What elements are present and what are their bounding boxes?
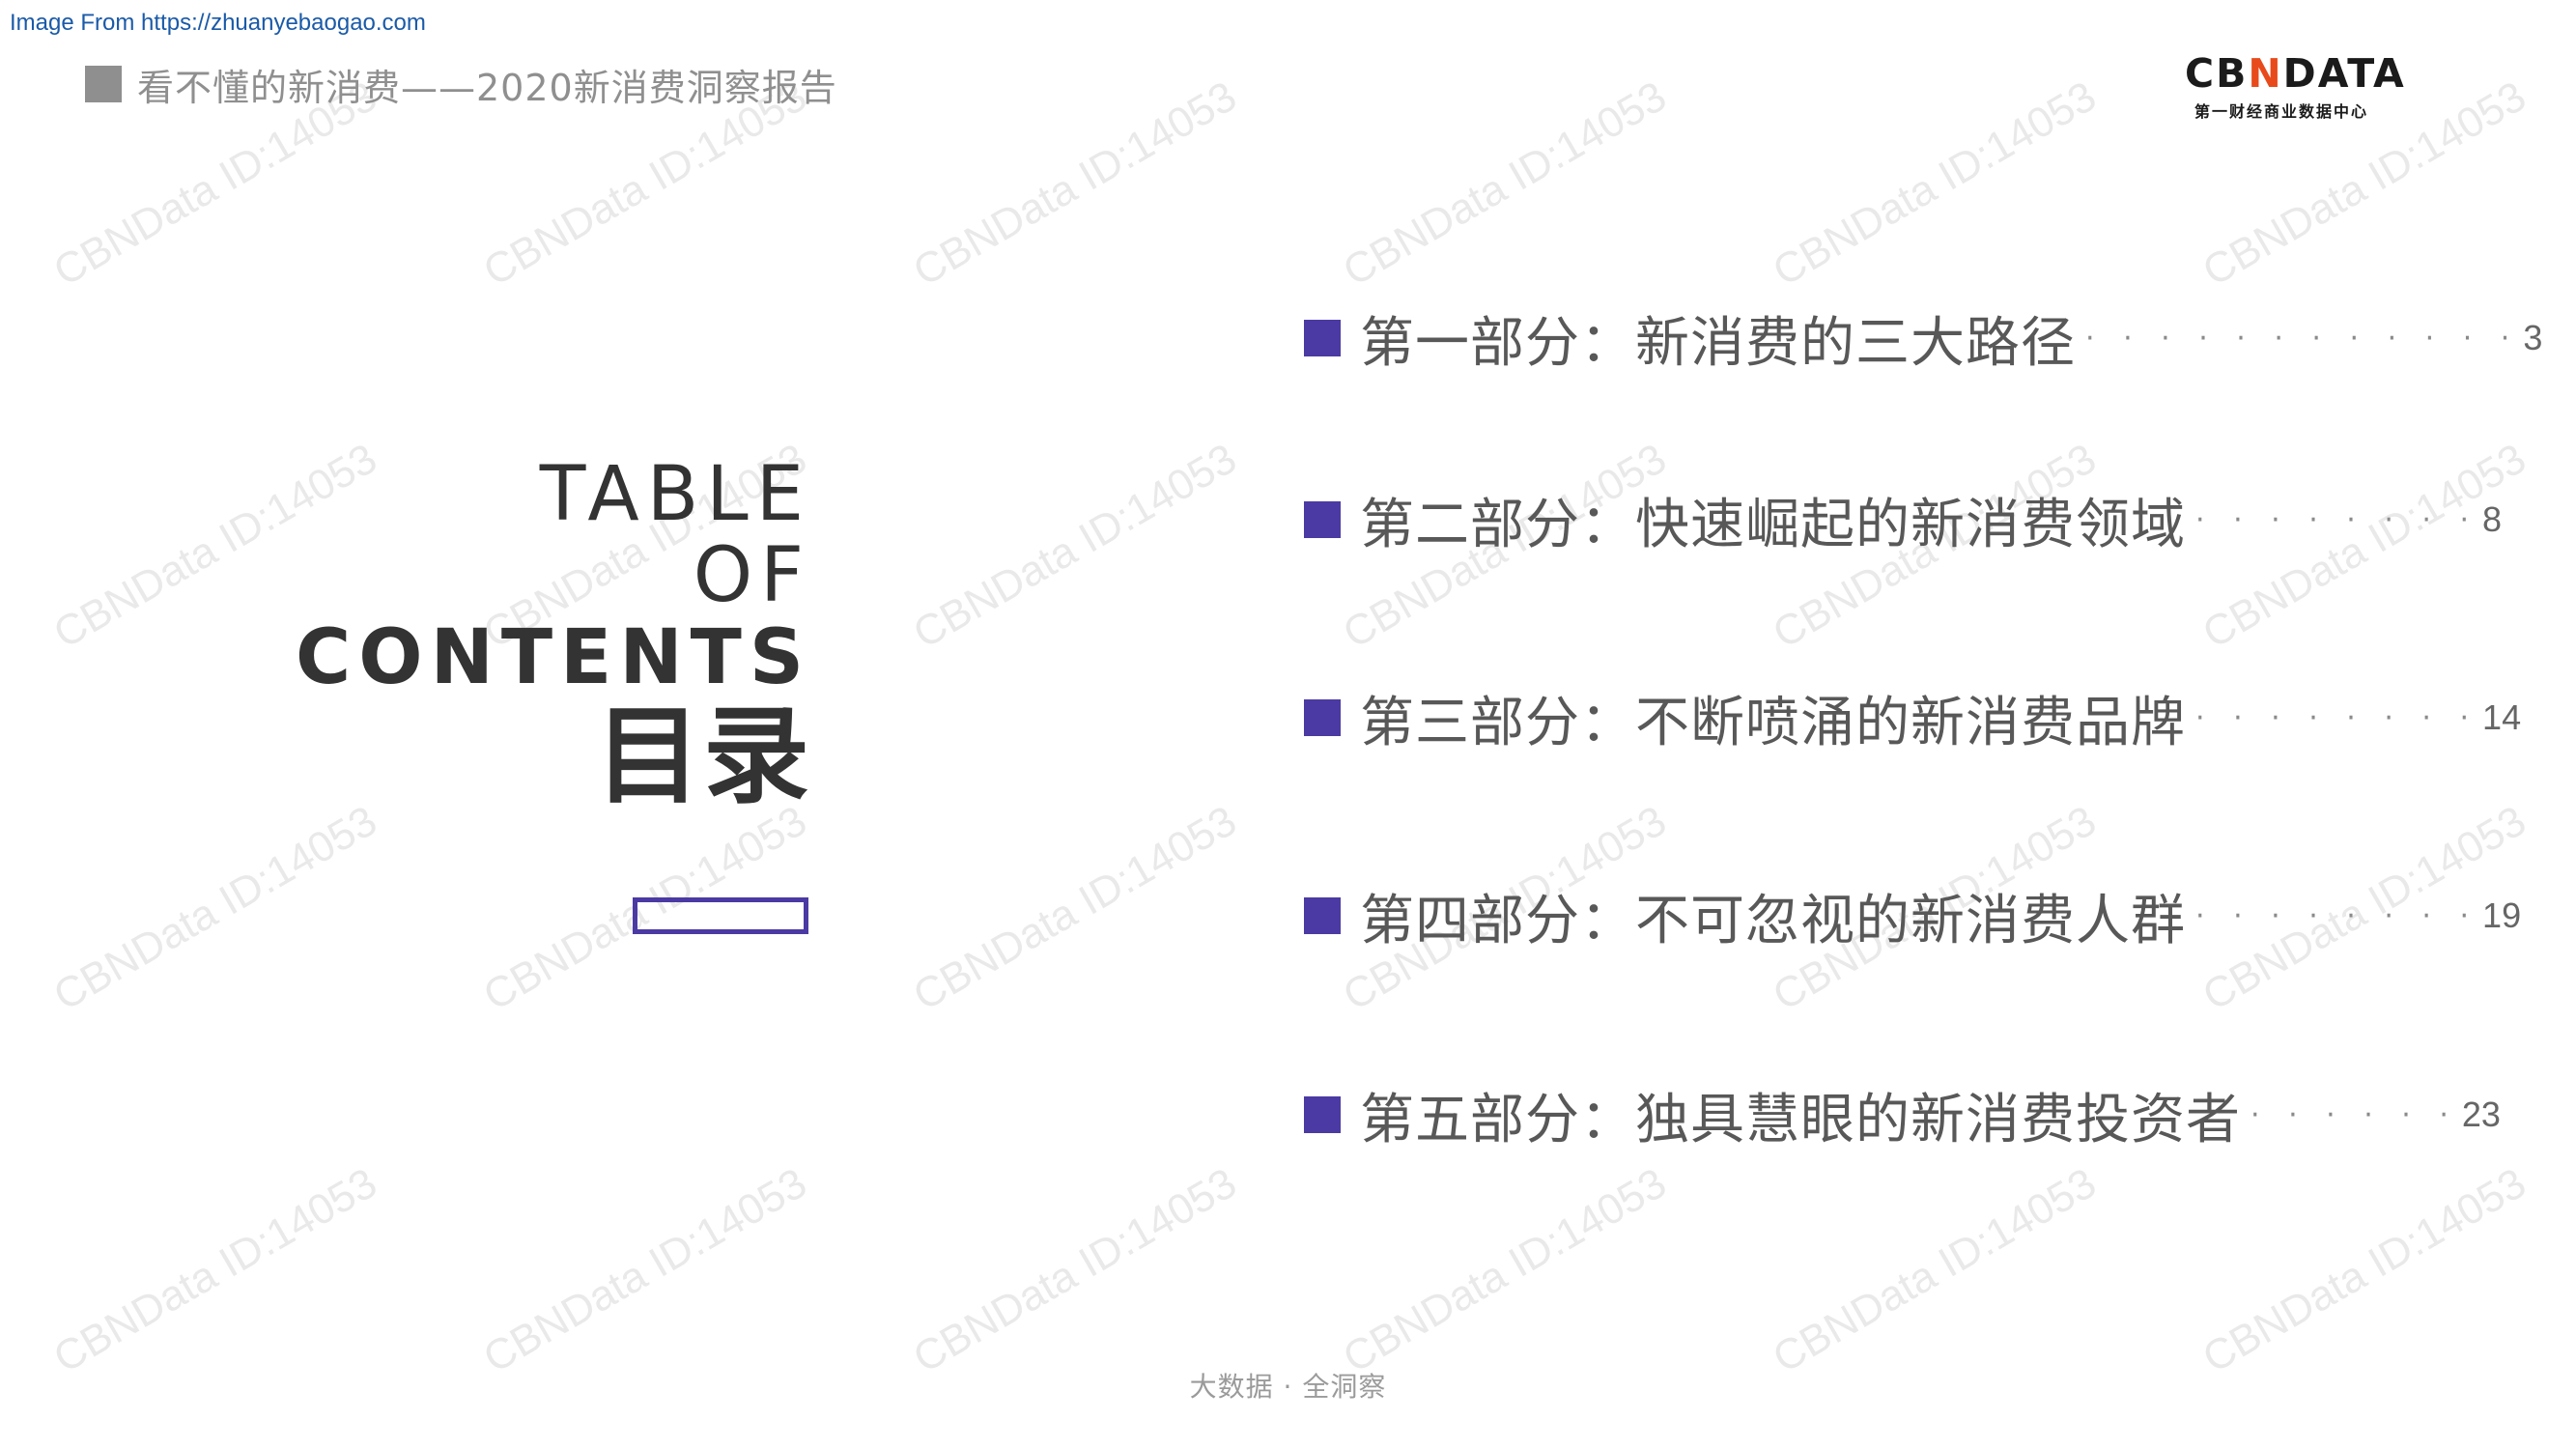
toc-item-leader: · · · · · · [2250, 1097, 2458, 1132]
watermark: CBNData ID:14053 [475, 1159, 815, 1382]
toc-item-page: 8 [2482, 499, 2503, 539]
toc-item-label: 第五部分：独具慧眼的新消费投资者 [1360, 1088, 2241, 1151]
source-link[interactable]: Image From https://zhuanyebaogao.com [10, 10, 426, 37]
square-bullet-icon [1304, 320, 1341, 356]
report-title: 看不懂的新消费——2020新消费洞察报告 [137, 66, 837, 109]
toc-accent-bar [633, 897, 808, 934]
toc-item-leader: · · · · · · · · · · · · [2085, 321, 2520, 355]
square-bullet-icon [1304, 897, 1341, 934]
toc-item[interactable]: 第一部分：新消费的三大路径 · · · · · · · · · · · · 3 [1304, 304, 2543, 375]
logo-subtitle: 第一财经商业数据中心 [2194, 102, 2368, 121]
toc-item-leader: · · · · · · · · [2195, 502, 2479, 537]
toc-heading-of: OF [693, 532, 811, 619]
toc-item[interactable]: 第五部分：独具慧眼的新消费投资者 · · · · · · 23 [1304, 1081, 2501, 1151]
toc-item-leader: · · · · · · · · [2195, 898, 2479, 933]
header-square-icon [85, 66, 122, 102]
cbndata-logo: CBNDATA 第一财经商业数据中心 [2185, 50, 2406, 122]
square-bullet-icon [1304, 1096, 1341, 1133]
toc-heading-table: TABLE [539, 451, 811, 538]
toc-item-label: 第四部分：不可忽视的新消费人群 [1360, 889, 2186, 952]
toc-item[interactable]: 第三部分：不断喷涌的新消费品牌 · · · · · · · · 14 [1304, 684, 2522, 754]
watermark: CBNData ID:14053 [1765, 72, 2105, 296]
watermark: CBNData ID:14053 [2194, 1159, 2534, 1382]
watermark: CBNData ID:14053 [45, 1159, 385, 1382]
toc-item[interactable]: 第四部分：不可忽视的新消费人群 · · · · · · · · 19 [1304, 882, 2522, 952]
toc-item-label: 第二部分：快速崛起的新消费领域 [1360, 493, 2186, 556]
toc-item[interactable]: 第二部分：快速崛起的新消费领域 · · · · · · · · 8 [1304, 486, 2503, 556]
toc-heading-mulu: 目录 [595, 695, 811, 818]
watermark: CBNData ID:14053 [905, 1159, 1245, 1382]
toc-item-label: 第一部分：新消费的三大路径 [1360, 311, 2076, 375]
footer-slogan: 大数据 · 全洞察 [1189, 1371, 1387, 1403]
watermark: CBNData ID:14053 [1335, 72, 1675, 296]
watermark: CBNData ID:14053 [45, 797, 385, 1020]
logo-wordmark: CBNDATA [2185, 50, 2406, 97]
watermark: CBNData ID:14053 [905, 797, 1245, 1020]
toc-heading-contents: CONTENTS [296, 614, 811, 701]
watermark: CBNData ID:14053 [1335, 1159, 1675, 1382]
square-bullet-icon [1304, 699, 1341, 736]
toc-item-page: 19 [2482, 895, 2522, 935]
toc-item-page: 23 [2461, 1094, 2501, 1134]
toc-item-leader: · · · · · · · · [2195, 700, 2479, 735]
watermark: CBNData ID:14053 [905, 72, 1245, 296]
toc-item-page: 3 [2523, 318, 2543, 357]
square-bullet-icon [1304, 501, 1341, 538]
report-header: 看不懂的新消费——2020新消费洞察报告 [85, 58, 837, 110]
watermark: CBNData ID:14053 [905, 435, 1245, 658]
toc-item-page: 14 [2482, 697, 2522, 737]
toc-item-label: 第三部分：不断喷涌的新消费品牌 [1360, 691, 2186, 754]
toc-heading: TABLE OF CONTENTS 目录 [296, 454, 811, 813]
watermark: CBNData ID:14053 [1765, 1159, 2105, 1382]
